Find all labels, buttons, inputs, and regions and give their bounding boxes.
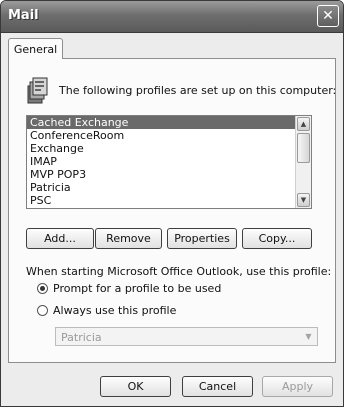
radio-always-label: Always use this profile [53,304,177,317]
cancel-button[interactable]: Cancel [182,376,253,397]
list-item[interactable]: ConferenceRoom [27,129,311,142]
radio-button[interactable] [37,305,48,316]
list-item[interactable]: PSC [27,194,311,207]
profiles-intro-text: The following profiles are set up on thi… [59,84,337,97]
list-item[interactable]: IMAP [27,155,311,168]
tab-general-label: General [13,42,58,56]
profiles-scrollbar[interactable]: ▲ ▼ [295,116,311,208]
default-profile-value: Patricia [61,331,102,344]
tab-general[interactable]: General [8,38,63,59]
title-bar: Mail ✕ [1,1,343,33]
close-button[interactable]: ✕ [317,5,339,27]
general-panel: The following profiles are set up on thi… [8,58,336,363]
list-item[interactable]: Exchange [27,142,311,155]
add-button[interactable]: Add... [26,228,94,249]
list-item[interactable]: Patricia [27,181,311,194]
scroll-thumb[interactable] [297,133,310,163]
scroll-down-arrow-icon: ▼ [300,196,307,204]
close-icon: ✕ [322,8,334,24]
list-item[interactable]: MVP POP3 [27,168,311,181]
radio-always-use-profile[interactable]: Always use this profile [37,304,176,317]
ok-button[interactable]: OK [100,376,171,397]
radio-button-checked[interactable] [37,283,48,294]
profiles-icon [27,77,48,104]
radio-prompt-profile[interactable]: Prompt for a profile to be used [37,282,221,295]
startup-profile-label: When starting Microsoft Office Outlook, … [26,265,332,278]
scroll-up-arrow-icon: ▲ [300,120,307,128]
radio-prompt-label: Prompt for a profile to be used [53,282,222,295]
properties-button[interactable]: Properties [167,228,237,249]
copy-button[interactable]: Copy... [242,228,312,249]
chevron-down-icon: ▼ [305,332,312,341]
list-item[interactable]: Cached Exchange [27,116,311,129]
window-title: Mail [8,8,39,23]
apply-button[interactable]: Apply [262,376,333,397]
scroll-up-button[interactable]: ▲ [297,117,310,131]
remove-button[interactable]: Remove [95,228,162,249]
scroll-down-button[interactable]: ▼ [297,193,310,207]
profiles-list[interactable]: Cached Exchange ConferenceRoom Exchange … [26,115,312,209]
mail-dialog: Mail ✕ General The following profiles ar… [0,0,344,407]
default-profile-select[interactable]: Patricia ▼ [55,327,318,346]
